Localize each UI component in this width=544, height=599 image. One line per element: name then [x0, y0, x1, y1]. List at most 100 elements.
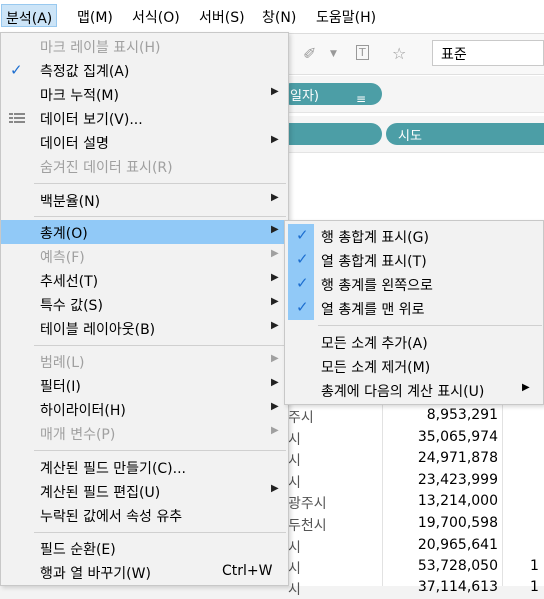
menu-separator: [34, 183, 286, 184]
submenu-item-label: 행 총계를 왼쪽으로: [321, 278, 433, 294]
row-name: 시: [288, 582, 301, 598]
menu-item-parameters[interactable]: 매개 변수(P) ▶: [1, 421, 288, 445]
row-name: 시: [288, 453, 301, 469]
submenu-arrow-icon: ▶: [271, 134, 279, 145]
row-value: 8,953,291: [426, 407, 498, 423]
submenu-arrow-icon: ▶: [271, 296, 279, 307]
menu-item-label: 계산된 필드 편집(U): [40, 485, 161, 501]
menu-item-aggregate-measures[interactable]: ✓ 측정값 집계(A): [1, 58, 288, 82]
row-name: 광주시: [288, 496, 327, 512]
view-data-icon: [9, 113, 25, 123]
menubar: 분석(A) 맵(M) 서식(O) 서버(S) 창(N) 도움말(H): [0, 0, 544, 34]
menu-map[interactable]: 맵(M): [77, 7, 113, 27]
row-value: 24,971,878: [417, 450, 498, 466]
submenu-arrow-icon: ▶: [271, 320, 279, 331]
menu-item-label: 하이라이터(H): [40, 403, 126, 419]
submenu-item-label: 모든 소계 제거(M): [321, 360, 431, 376]
menu-item-infer-properties[interactable]: 누락된 값에서 속성 유추: [1, 503, 288, 527]
submenu-item-label: 모든 소계 추가(A): [321, 336, 428, 352]
menu-item-label: 특수 값(S): [40, 298, 103, 314]
submenu-arrow-icon: ▶: [271, 401, 279, 412]
row-extra: 1: [530, 579, 539, 595]
submenu-arrow-icon: ▶: [271, 248, 279, 259]
menu-item-explain-data[interactable]: 데이터 설명 ▶: [1, 130, 288, 154]
menu-item-edit-calculated-field[interactable]: 계산된 필드 편집(U) ▶: [1, 479, 288, 503]
pin-icon[interactable]: ☆: [392, 44, 406, 63]
submenu-item-label: 행 총합계 표시(G): [321, 230, 429, 246]
paperclip-icon[interactable]: ✐: [303, 44, 316, 63]
submenu-arrow-icon: ▶: [271, 272, 279, 283]
shortcut-label: Ctrl+W: [222, 563, 273, 579]
menu-item-label: 필터(I): [40, 379, 81, 395]
row-value: 13,214,000: [417, 493, 498, 509]
pill-date[interactable]: 일자): [280, 83, 382, 105]
menu-item-label: 누락된 값에서 속성 유추: [40, 509, 183, 525]
menu-window[interactable]: 창(N): [262, 7, 296, 27]
menu-item-label: 행과 열 바꾸기(W): [40, 566, 151, 582]
submenu-item-label: 총계에 다음의 계산 표시(U): [321, 384, 485, 400]
menu-item-view-data[interactable]: 데이터 보기(V)...: [1, 106, 288, 130]
menu-separator: [34, 216, 286, 217]
menu-item-stack-marks[interactable]: 마크 누적(M) ▶: [1, 82, 288, 106]
submenu-arrow-icon: ▶: [522, 382, 530, 393]
menu-item-label: 측정값 집계(A): [40, 64, 130, 80]
submenu-arrow-icon: ▶: [271, 192, 279, 203]
menu-item-label: 마크 누적(M): [40, 88, 119, 104]
menu-item-show-hidden-data[interactable]: 숨겨진 데이터 표시(R): [1, 154, 288, 178]
menu-item-percentages[interactable]: 백분율(N) ▶: [1, 188, 288, 212]
row-value: 19,700,598: [417, 515, 498, 531]
menu-server[interactable]: 서버(S): [199, 7, 245, 27]
submenu-item-row-totals-left[interactable]: ✓ 행 총계를 왼쪽으로: [285, 272, 543, 296]
menu-item-create-calculated-field[interactable]: 계산된 필드 만들기(C)...: [1, 455, 288, 479]
font-select[interactable]: 표준: [432, 40, 544, 66]
pill-sido[interactable]: 시도: [386, 123, 544, 145]
sort-icon[interactable]: ≡: [356, 92, 366, 106]
pill-left[interactable]: [286, 123, 382, 145]
checkmark-icon: ✓: [296, 226, 309, 244]
menu-item-label: 범례(L): [40, 355, 85, 371]
menu-item-show-mark-labels[interactable]: 마크 레이블 표시(H): [1, 34, 288, 58]
menu-separator: [34, 532, 286, 533]
menu-format[interactable]: 서식(O): [132, 7, 180, 27]
menu-item-label: 데이터 설명: [40, 136, 109, 152]
menu-item-forecast[interactable]: 예측(F) ▶: [1, 244, 288, 268]
menu-item-trend-lines[interactable]: 추세선(T) ▶: [1, 268, 288, 292]
menu-item-label: 예측(F): [40, 250, 85, 266]
menu-separator: [318, 325, 542, 326]
menu-item-table-layout[interactable]: 테이블 레이아웃(B) ▶: [1, 316, 288, 340]
text-box-icon[interactable]: T: [356, 45, 369, 60]
menu-analysis[interactable]: 분석(A): [1, 4, 58, 27]
menu-item-totals[interactable]: 총계(O) ▶: [1, 220, 288, 244]
row-value: 53,728,050: [417, 558, 498, 574]
check-area: ✓: [288, 248, 314, 272]
checkmark-icon: ✓: [296, 298, 309, 316]
submenu-item-show-row-grand-totals[interactable]: ✓ 행 총합계 표시(G): [285, 224, 543, 248]
row-name: 주시: [288, 410, 314, 426]
dropdown-arrow-icon[interactable]: ▼: [330, 49, 337, 59]
submenu-arrow-icon: ▶: [271, 425, 279, 436]
menu-item-label: 테이블 레이아웃(B): [40, 322, 156, 338]
check-area: ✓: [288, 272, 314, 296]
menu-item-special-values[interactable]: 특수 값(S) ▶: [1, 292, 288, 316]
menu-item-swap-rows-columns[interactable]: 행과 열 바꾸기(W) Ctrl+W: [1, 560, 288, 584]
menu-help[interactable]: 도움말(H): [316, 7, 376, 27]
submenu-item-add-all-subtotals[interactable]: 모든 소계 추가(A): [285, 330, 543, 354]
row-name: 두천시: [288, 518, 327, 534]
menu-item-highlighters[interactable]: 하이라이터(H) ▶: [1, 397, 288, 421]
menu-item-filters[interactable]: 필터(I) ▶: [1, 373, 288, 397]
submenu-item-remove-all-subtotals[interactable]: 모든 소계 제거(M): [285, 354, 543, 378]
menu-item-legends[interactable]: 범례(L) ▶: [1, 349, 288, 373]
checkmark-icon: ✓: [296, 274, 309, 292]
menu-item-label: 총계(O): [40, 226, 88, 242]
row-extra: 1: [530, 558, 539, 574]
submenu-item-column-totals-top[interactable]: ✓ 열 총계를 맨 위로: [285, 296, 543, 320]
row-name: 시: [288, 540, 301, 556]
menu-item-label: 마크 레이블 표시(H): [40, 40, 161, 56]
submenu-arrow-icon: ▶: [271, 377, 279, 388]
submenu-item-show-column-grand-totals[interactable]: ✓ 열 총합계 표시(T): [285, 248, 543, 272]
menu-item-label: 숨겨진 데이터 표시(R): [40, 160, 173, 176]
menu-item-cycle-fields[interactable]: 필드 순환(E): [1, 536, 288, 560]
submenu-arrow-icon: ▶: [271, 224, 279, 235]
submenu-item-total-all-using[interactable]: 총계에 다음의 계산 표시(U) ▶: [285, 378, 543, 402]
checkmark-icon: ✓: [10, 61, 23, 79]
